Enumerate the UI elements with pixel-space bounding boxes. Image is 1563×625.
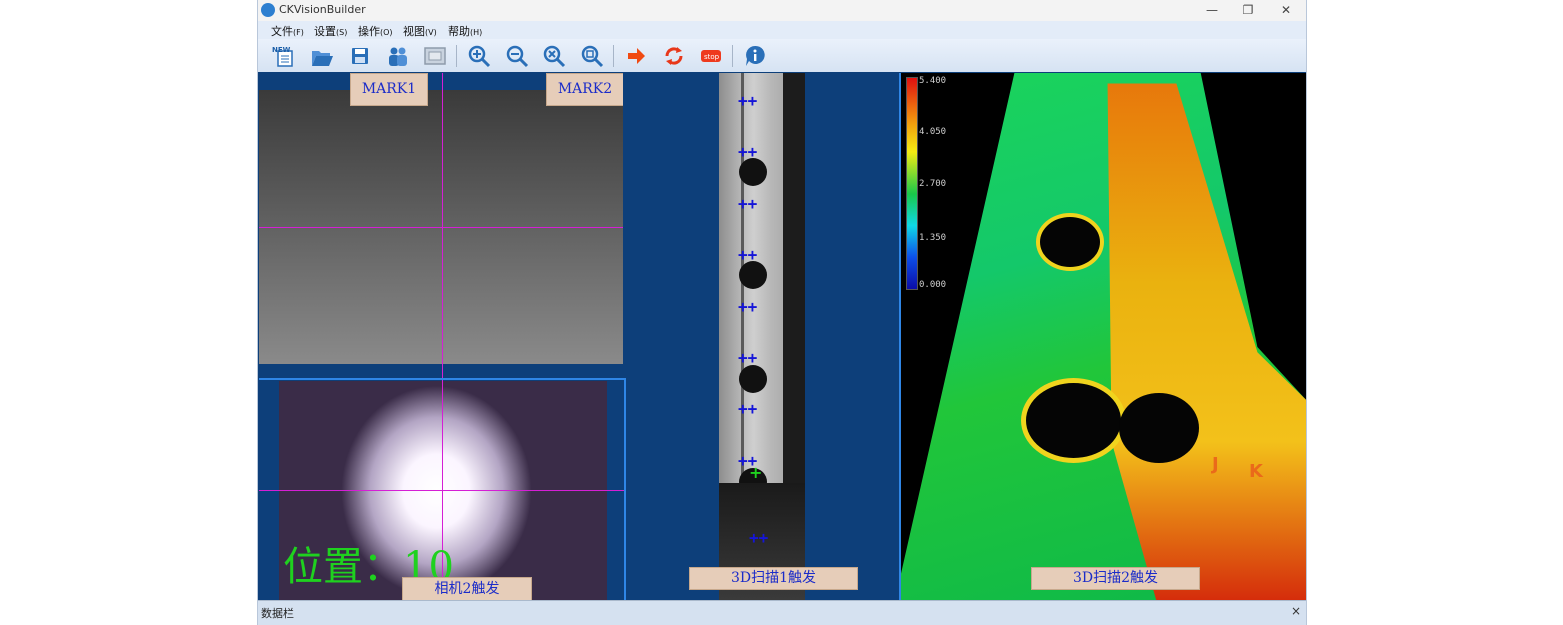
scan2-view[interactable]: 5.400 4.050 2.700 1.350 0.000 J K 3D扫描2触… [899,73,1306,600]
title-bar: CKVisionBuilder — ❐ ✕ [258,0,1306,21]
mark1-label: MARK1 [350,73,428,106]
scan1-image: + [719,73,805,600]
app-window: CKVisionBuilder — ❐ ✕ 文件(F) 设置(S) 操作(O) … [258,0,1306,625]
scan1-marker: ++ [738,194,758,213]
data-bar-title: 数据栏 [261,607,294,620]
zoom-actual-icon[interactable] [579,43,605,69]
toolbar-separator [613,45,614,67]
scan1-trigger-label: 3D扫描1触发 [689,567,858,590]
crosshair-horizontal [259,490,624,491]
position-label: 位置： [283,544,403,590]
scan1-marker: ++ [738,297,758,316]
scan1-marker: ++ [738,451,758,470]
camera2-view[interactable]: 位置：10 相机2触发 [259,378,626,601]
loop-icon[interactable] [661,43,687,69]
camera1-view[interactable]: MARK1 MARK2 [259,73,623,378]
colorbar-tick: 4.050 [919,127,947,137]
app-logo-icon [261,3,275,17]
data-bar: 数据栏 × [258,600,1306,625]
mark2-label: MARK2 [546,73,623,106]
zoom-out-icon[interactable] [504,43,530,69]
close-button[interactable]: ✕ [1268,0,1304,21]
run-arrow-icon[interactable] [623,43,649,69]
toolbar: NEW stop [258,39,1306,73]
toolbar-separator [732,45,733,67]
colorbar-tick: 5.400 [919,76,947,86]
zoom-fit-icon[interactable] [541,43,567,69]
scan1-marker: ++ [738,399,758,418]
menu-help[interactable]: 帮助(H) [448,23,482,39]
info-icon[interactable] [742,43,768,69]
stop-icon[interactable]: stop [698,43,724,69]
crosshair-vertical [442,73,443,378]
restore-button[interactable]: ❐ [1230,0,1266,21]
camera2-trigger-label: 相机2触发 [402,577,532,601]
svg-text:NEW: NEW [272,46,291,54]
menu-operate[interactable]: 操作(O) [358,23,393,39]
zoom-in-icon[interactable] [466,43,492,69]
view-area: MARK1 MARK2 位置：10 相机2触发 + ++ ++ ++ ++ ++… [258,72,1306,601]
toolbar-separator [456,45,457,67]
data-bar-close-button[interactable]: × [1291,604,1301,618]
scan1-marker: ++ [738,245,758,264]
menu-file[interactable]: 文件(F) [271,23,304,39]
part-letter: J [1212,454,1219,475]
menu-settings[interactable]: 设置(S) [314,23,347,39]
scan1-marker: ++ [738,348,758,367]
colorbar-tick: 2.700 [919,179,947,189]
save-icon[interactable] [347,43,373,69]
menu-bar: 文件(F) 设置(S) 操作(O) 视图(V) 帮助(H) [258,21,1306,39]
minimize-button[interactable]: — [1194,0,1230,21]
scan1-view[interactable]: + ++ ++ ++ ++ ++ ++ ++ ++ ++ 3D扫描1触发 [626,73,898,600]
colorbar-tick: 0.000 [919,280,947,290]
svg-text:stop: stop [704,53,720,61]
window-title: CKVisionBuilder [279,3,366,16]
colorbar-tick: 1.350 [919,233,947,243]
crosshair-horizontal [259,227,623,228]
frame-icon[interactable] [422,43,448,69]
scan1-marker: ++ [738,142,758,161]
users-icon[interactable] [385,43,411,69]
scan1-marker: ++ [749,528,769,547]
colorbar [906,77,918,290]
scan1-marker: ++ [738,91,758,110]
menu-view[interactable]: 视图(V) [403,23,437,39]
new-icon[interactable]: NEW [271,43,297,69]
open-folder-icon[interactable] [309,43,335,69]
part-letter: K [1249,461,1263,482]
scan2-trigger-label: 3D扫描2触发 [1031,567,1200,590]
